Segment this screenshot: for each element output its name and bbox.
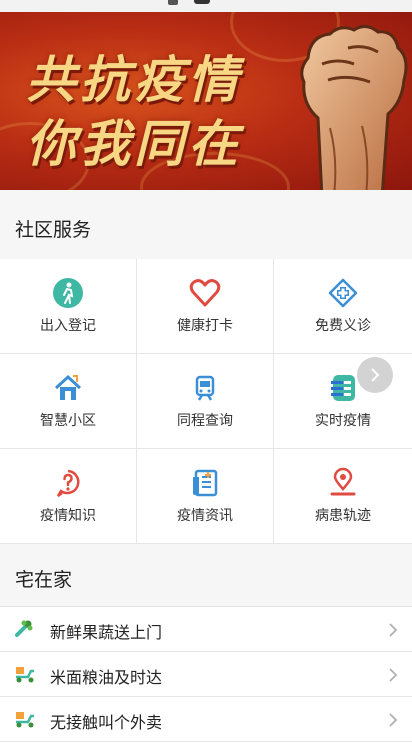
chevron-right-icon [389,623,398,637]
chevron-right-icon [371,368,380,382]
service-grid: 出入登记 健康打卡 免费义诊 智慧小区 同程查询 实时疫情 疫情知识 疫情资讯 … [0,259,412,544]
scroll-right-button[interactable] [357,357,393,393]
list-item-contactless-takeout[interactable]: 无接触叫个外卖 [0,697,412,742]
top-status-strip [0,0,412,12]
service-same-trip-query[interactable]: 同程查询 [137,354,274,449]
section-header-home: 宅在家 [0,544,412,607]
service-smart-community[interactable]: 智慧小区 [0,354,137,449]
delivery-scooter-icon [16,712,34,728]
service-label: 疫情知识 [40,508,96,524]
list-icon [331,375,355,401]
house-icon [54,374,82,400]
section-header-community: 社区服务 [0,190,412,260]
chevron-right-icon [389,668,398,682]
raised-fist-icon [300,25,408,190]
service-free-clinic[interactable]: 免费义诊 [274,259,412,354]
service-label: 疫情资讯 [177,508,233,524]
service-label: 出入登记 [40,318,96,334]
epidemic-banner[interactable]: 共抗疫情 你我同在 [0,12,412,190]
question-icon [56,469,80,497]
location-pin-icon [330,467,356,496]
section-title-community: 社区服务 [15,219,92,241]
list-item-fresh-produce[interactable]: 新鲜果蔬送上门 [0,607,412,652]
service-label: 智慧小区 [40,413,96,429]
service-health-checkin[interactable]: 健康打卡 [137,259,274,354]
list-item-grain-oil[interactable]: 米面粮油及时达 [0,652,412,697]
heart-icon [189,279,221,307]
service-label: 实时疫情 [315,413,371,429]
service-patient-trajectory[interactable]: 病患轨迹 [274,449,412,544]
list-item-label: 米面粮油及时达 [50,668,163,687]
list-item-label: 新鲜果蔬送上门 [50,623,163,642]
banner-title-line1: 共抗疫情 [26,50,242,109]
delivery-scooter-icon [16,667,34,683]
vegetable-icon [15,620,33,637]
list-item-label: 无接触叫个外卖 [50,713,163,732]
service-label: 同程查询 [177,413,233,429]
service-entry-registration[interactable]: 出入登记 [0,259,137,354]
service-label: 免费义诊 [315,318,371,334]
service-label: 病患轨迹 [315,508,371,524]
service-epidemic-knowledge[interactable]: 疫情知识 [0,449,137,544]
section-title-home: 宅在家 [15,569,73,591]
service-epidemic-news[interactable]: 疫情资讯 [137,449,274,544]
news-icon [193,469,218,497]
person-walking-icon [53,278,83,308]
banner-title-line2: 你我同在 [26,114,242,173]
chevron-right-icon [389,713,398,727]
medical-cross-icon [328,278,358,308]
train-icon [195,375,215,401]
service-label: 健康打卡 [177,318,233,334]
